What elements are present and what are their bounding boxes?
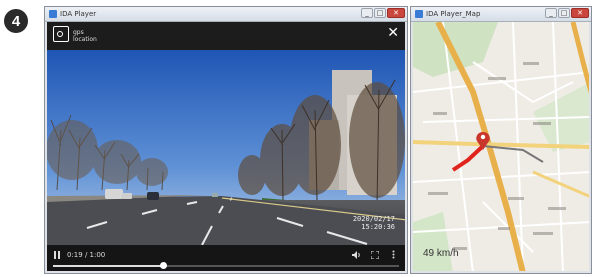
map-view[interactable]: 49 km/h: [413, 22, 589, 271]
fullscreen-icon[interactable]: [371, 251, 379, 259]
map-window: IDA Player_Map _ □ ✕ 49 km/h: [410, 6, 592, 274]
maximize-button[interactable]: □: [558, 8, 570, 18]
video-player: gps location ✕ 2020/02/17 15:20:36 0:19 …: [47, 22, 405, 271]
gps-location-icon[interactable]: [53, 26, 69, 42]
speed-readout: 49 km/h: [423, 248, 459, 259]
minimize-button[interactable]: _: [545, 8, 557, 18]
street-map: [413, 22, 589, 271]
app-icon: [415, 10, 423, 18]
dashcam-scene: [47, 50, 405, 245]
player-titlebar[interactable]: IDA Player _ □ ✕: [45, 7, 407, 22]
maximize-button[interactable]: □: [374, 8, 386, 18]
video-timestamp: 2020/02/17 15:20:36: [353, 215, 395, 231]
window-close-button[interactable]: ✕: [387, 8, 405, 18]
seek-handle[interactable]: [159, 262, 167, 269]
player-top-bar: gps location ✕: [47, 22, 405, 50]
seek-bar[interactable]: [53, 262, 399, 269]
window-close-button[interactable]: ✕: [571, 8, 589, 18]
gps-location-label: gps location: [73, 29, 97, 43]
minimize-button[interactable]: _: [361, 8, 373, 18]
playback-controls: 0:19 / 1:00: [47, 245, 405, 271]
gps-label-line2: location: [73, 36, 97, 43]
player-window-title: IDA Player: [60, 10, 97, 18]
time-display: 0:19 / 1:00: [67, 251, 106, 259]
more-icon[interactable]: [392, 250, 395, 259]
map-titlebar[interactable]: IDA Player_Map _ □ ✕: [411, 7, 591, 22]
pause-icon[interactable]: [53, 251, 61, 259]
player-window: IDA Player _ □ ✕ gps location ✕ 2020/02/…: [44, 6, 408, 274]
map-window-title: IDA Player_Map: [426, 10, 481, 18]
app-icon: [49, 10, 57, 18]
seek-bar-progress: [53, 265, 163, 267]
timestamp-time: 15:20:36: [361, 223, 395, 231]
step-number-badge: 4: [4, 9, 28, 33]
gps-label-line1: gps: [73, 29, 84, 36]
volume-icon[interactable]: [352, 251, 361, 259]
close-icon[interactable]: ✕: [387, 25, 399, 41]
timestamp-date: 2020/02/17: [352, 215, 395, 223]
video-frame[interactable]: 2020/02/17 15:20:36: [47, 50, 405, 245]
